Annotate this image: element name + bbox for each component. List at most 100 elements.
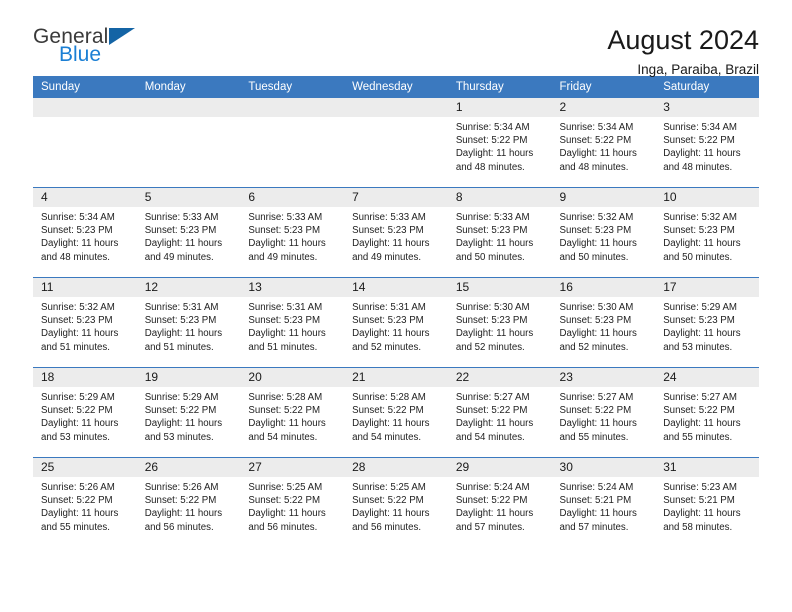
calendar-cell[interactable]: 25 Sunrise: 5:26 AM Sunset: 5:22 PM Dayli… [33, 457, 137, 547]
day-number: 7 [344, 188, 448, 207]
calendar-cell[interactable]: 15 Sunrise: 5:30 AM Sunset: 5:23 PM Dayli… [447, 277, 552, 368]
calendar-cell[interactable]: 2 Sunrise: 5:34 AM Sunset: 5:22 PM Daylig… [551, 98, 656, 188]
sun-info: Sunrise: 5:32 AM Sunset: 5:23 PM Dayligh… [663, 212, 741, 263]
calendar-cell[interactable]: 21 Sunrise: 5:28 AM Sunset: 5:22 PM Dayli… [344, 367, 448, 458]
calendar-cell[interactable]: 17 Sunrise: 5:29 AM Sunset: 5:23 PM Dayli… [655, 277, 759, 368]
sun-info: Sunrise: 5:27 AM Sunset: 5:22 PM Dayligh… [455, 392, 534, 443]
sun-info: Sunrise: 5:34 AM Sunset: 5:22 PM Dayligh… [663, 122, 741, 173]
sun-info: Sunrise: 5:24 AM Sunset: 5:21 PM Dayligh… [559, 482, 637, 533]
calendar-cell-empty [344, 98, 448, 187]
calendar-cell[interactable]: 11 Sunrise: 5:32 AM Sunset: 5:23 PM Dayli… [33, 277, 137, 368]
calendar-cell[interactable]: 28 Sunrise: 5:25 AM Sunset: 5:22 PM Dayli… [344, 457, 448, 547]
sun-info: Sunrise: 5:26 AM Sunset: 5:22 PM Dayligh… [41, 482, 119, 533]
weekday-header-sunday: Sunday [33, 76, 137, 98]
calendar-day-cell: 22 Sunrise: 5:27 AM Sunset: 5:22 PM Dayli… [447, 368, 552, 457]
calendar-day-cell: 31 Sunrise: 5:23 AM Sunset: 5:21 PM Dayli… [655, 458, 759, 547]
calendar-cell[interactable]: 29 Sunrise: 5:24 AM Sunset: 5:22 PM Dayli… [447, 457, 552, 547]
calendar-cell[interactable]: 12 Sunrise: 5:31 AM Sunset: 5:23 PM Dayli… [136, 277, 241, 368]
sun-info: Sunrise: 5:28 AM Sunset: 5:22 PM Dayligh… [248, 392, 326, 443]
sun-info: Sunrise: 5:29 AM Sunset: 5:22 PM Dayligh… [144, 392, 223, 443]
day-number: 14 [344, 278, 448, 297]
sun-info: Sunrise: 5:32 AM Sunset: 5:23 PM Dayligh… [559, 212, 637, 263]
calendar-cell[interactable]: 13 Sunrise: 5:31 AM Sunset: 5:23 PM Dayli… [240, 277, 345, 368]
calendar-cell[interactable]: 27 Sunrise: 5:25 AM Sunset: 5:22 PM Dayli… [240, 457, 345, 547]
calendar-cell[interactable] [240, 98, 345, 188]
weekday-header-tuesday: Tuesday [240, 76, 345, 98]
sun-info: Sunrise: 5:27 AM Sunset: 5:22 PM Dayligh… [559, 392, 637, 443]
day-number: 10 [655, 188, 759, 207]
day-number: 16 [551, 278, 656, 297]
day-number: 29 [447, 458, 552, 477]
calendar-day-cell: 17 Sunrise: 5:29 AM Sunset: 5:23 PM Dayli… [655, 278, 759, 367]
calendar-cell[interactable]: 4 Sunrise: 5:34 AM Sunset: 5:23 PM Daylig… [33, 187, 137, 278]
calendar-cell[interactable]: 19 Sunrise: 5:29 AM Sunset: 5:22 PM Dayli… [136, 367, 241, 458]
day-number: 27 [240, 458, 345, 477]
calendar-cell[interactable]: 7 Sunrise: 5:33 AM Sunset: 5:23 PM Daylig… [344, 187, 448, 278]
sun-info: Sunrise: 5:32 AM Sunset: 5:23 PM Dayligh… [41, 302, 119, 353]
calendar-cell[interactable]: 14 Sunrise: 5:31 AM Sunset: 5:23 PM Dayli… [344, 277, 448, 368]
calendar-cell[interactable]: 18 Sunrise: 5:29 AM Sunset: 5:22 PM Dayli… [33, 367, 137, 458]
day-number: 13 [240, 278, 345, 297]
calendar-cell[interactable]: 26 Sunrise: 5:26 AM Sunset: 5:22 PM Dayli… [136, 457, 241, 547]
calendar-day-cell: 23 Sunrise: 5:27 AM Sunset: 5:22 PM Dayli… [551, 368, 656, 457]
calendar-cell[interactable]: 16 Sunrise: 5:30 AM Sunset: 5:23 PM Dayli… [551, 277, 656, 368]
calendar-cell[interactable]: 1 Sunrise: 5:34 AM Sunset: 5:22 PM Daylig… [447, 98, 552, 188]
day-number: 1 [447, 98, 552, 117]
calendar-day-cell: 28 Sunrise: 5:25 AM Sunset: 5:22 PM Dayli… [344, 458, 448, 547]
day-number: 15 [447, 278, 552, 297]
weekday-header-wednesday: Wednesday [344, 76, 448, 98]
calendar-cell[interactable]: 30 Sunrise: 5:24 AM Sunset: 5:21 PM Dayli… [551, 457, 656, 547]
calendar-day-cell: 26 Sunrise: 5:26 AM Sunset: 5:22 PM Dayli… [136, 458, 241, 547]
calendar-cell[interactable]: 31 Sunrise: 5:23 AM Sunset: 5:21 PM Dayli… [655, 457, 759, 547]
calendar-page: General Blue August 2024 Inga, Paraiba, … [0, 0, 792, 612]
calendar-cell[interactable]: 22 Sunrise: 5:27 AM Sunset: 5:22 PM Dayli… [447, 367, 552, 458]
calendar-day-cell: 29 Sunrise: 5:24 AM Sunset: 5:22 PM Dayli… [447, 458, 552, 547]
sun-info: Sunrise: 5:27 AM Sunset: 5:22 PM Dayligh… [663, 392, 741, 443]
calendar-cell[interactable]: 20 Sunrise: 5:28 AM Sunset: 5:22 PM Dayli… [240, 367, 345, 458]
calendar-cell[interactable] [33, 98, 137, 188]
calendar-cell[interactable]: 24 Sunrise: 5:27 AM Sunset: 5:22 PM Dayli… [655, 367, 759, 458]
calendar-cell[interactable]: 6 Sunrise: 5:33 AM Sunset: 5:23 PM Daylig… [240, 187, 345, 278]
day-number [240, 98, 345, 117]
calendar-cell-empty [136, 98, 241, 187]
sun-info: Sunrise: 5:31 AM Sunset: 5:23 PM Dayligh… [248, 302, 326, 353]
calendar-day-cell: 1 Sunrise: 5:34 AM Sunset: 5:22 PM Daylig… [447, 98, 552, 187]
day-number: 11 [33, 278, 137, 297]
sun-info: Sunrise: 5:31 AM Sunset: 5:23 PM Dayligh… [352, 302, 430, 353]
sun-info: Sunrise: 5:29 AM Sunset: 5:22 PM Dayligh… [41, 392, 119, 443]
calendar-cell[interactable]: 8 Sunrise: 5:33 AM Sunset: 5:23 PM Daylig… [447, 187, 552, 278]
calendar-week-row: 18 Sunrise: 5:29 AM Sunset: 5:22 PM Dayli… [33, 367, 759, 458]
day-number: 6 [240, 188, 345, 207]
calendar-cell[interactable]: 10 Sunrise: 5:32 AM Sunset: 5:23 PM Dayli… [655, 187, 759, 278]
general-blue-logo[interactable]: General Blue [33, 26, 153, 72]
calendar-header-row: Sunday Monday Tuesday Wednesday Thursday… [33, 76, 759, 98]
sun-info: Sunrise: 5:30 AM Sunset: 5:23 PM Dayligh… [455, 302, 534, 353]
calendar-cell[interactable]: 3 Sunrise: 5:34 AM Sunset: 5:22 PM Daylig… [655, 98, 759, 188]
day-number: 24 [655, 368, 759, 387]
calendar-day-cell: 24 Sunrise: 5:27 AM Sunset: 5:22 PM Dayli… [655, 368, 759, 457]
day-number: 4 [33, 188, 137, 207]
calendar-cell[interactable]: 5 Sunrise: 5:33 AM Sunset: 5:23 PM Daylig… [136, 187, 241, 278]
calendar-cell[interactable] [136, 98, 241, 188]
calendar-cell[interactable] [344, 98, 448, 188]
day-number: 26 [136, 458, 241, 477]
calendar-day-cell: 12 Sunrise: 5:31 AM Sunset: 5:23 PM Dayli… [136, 278, 241, 367]
calendar-cell-empty [240, 98, 345, 187]
day-number: 17 [655, 278, 759, 297]
sun-info: Sunrise: 5:33 AM Sunset: 5:23 PM Dayligh… [248, 212, 326, 263]
day-number: 31 [655, 458, 759, 477]
sun-info: Sunrise: 5:31 AM Sunset: 5:23 PM Dayligh… [144, 302, 223, 353]
calendar-day-cell: 30 Sunrise: 5:24 AM Sunset: 5:21 PM Dayli… [551, 458, 656, 547]
sun-info: Sunrise: 5:34 AM Sunset: 5:22 PM Dayligh… [559, 122, 637, 173]
triangle-icon [109, 28, 135, 45]
sun-info: Sunrise: 5:25 AM Sunset: 5:22 PM Dayligh… [248, 482, 326, 533]
weekday-header-saturday: Saturday [655, 76, 759, 98]
sun-info: Sunrise: 5:24 AM Sunset: 5:22 PM Dayligh… [455, 482, 534, 533]
calendar-cell[interactable]: 23 Sunrise: 5:27 AM Sunset: 5:22 PM Dayli… [551, 367, 656, 458]
weekday-header-thursday: Thursday [447, 76, 552, 98]
calendar-day-cell: 2 Sunrise: 5:34 AM Sunset: 5:22 PM Daylig… [551, 98, 656, 187]
calendar-cell[interactable]: 9 Sunrise: 5:32 AM Sunset: 5:23 PM Daylig… [551, 187, 656, 278]
calendar-cell-empty [33, 98, 137, 187]
calendar-day-cell: 4 Sunrise: 5:34 AM Sunset: 5:23 PM Daylig… [33, 188, 137, 277]
calendar-day-cell: 14 Sunrise: 5:31 AM Sunset: 5:23 PM Dayli… [344, 278, 448, 367]
